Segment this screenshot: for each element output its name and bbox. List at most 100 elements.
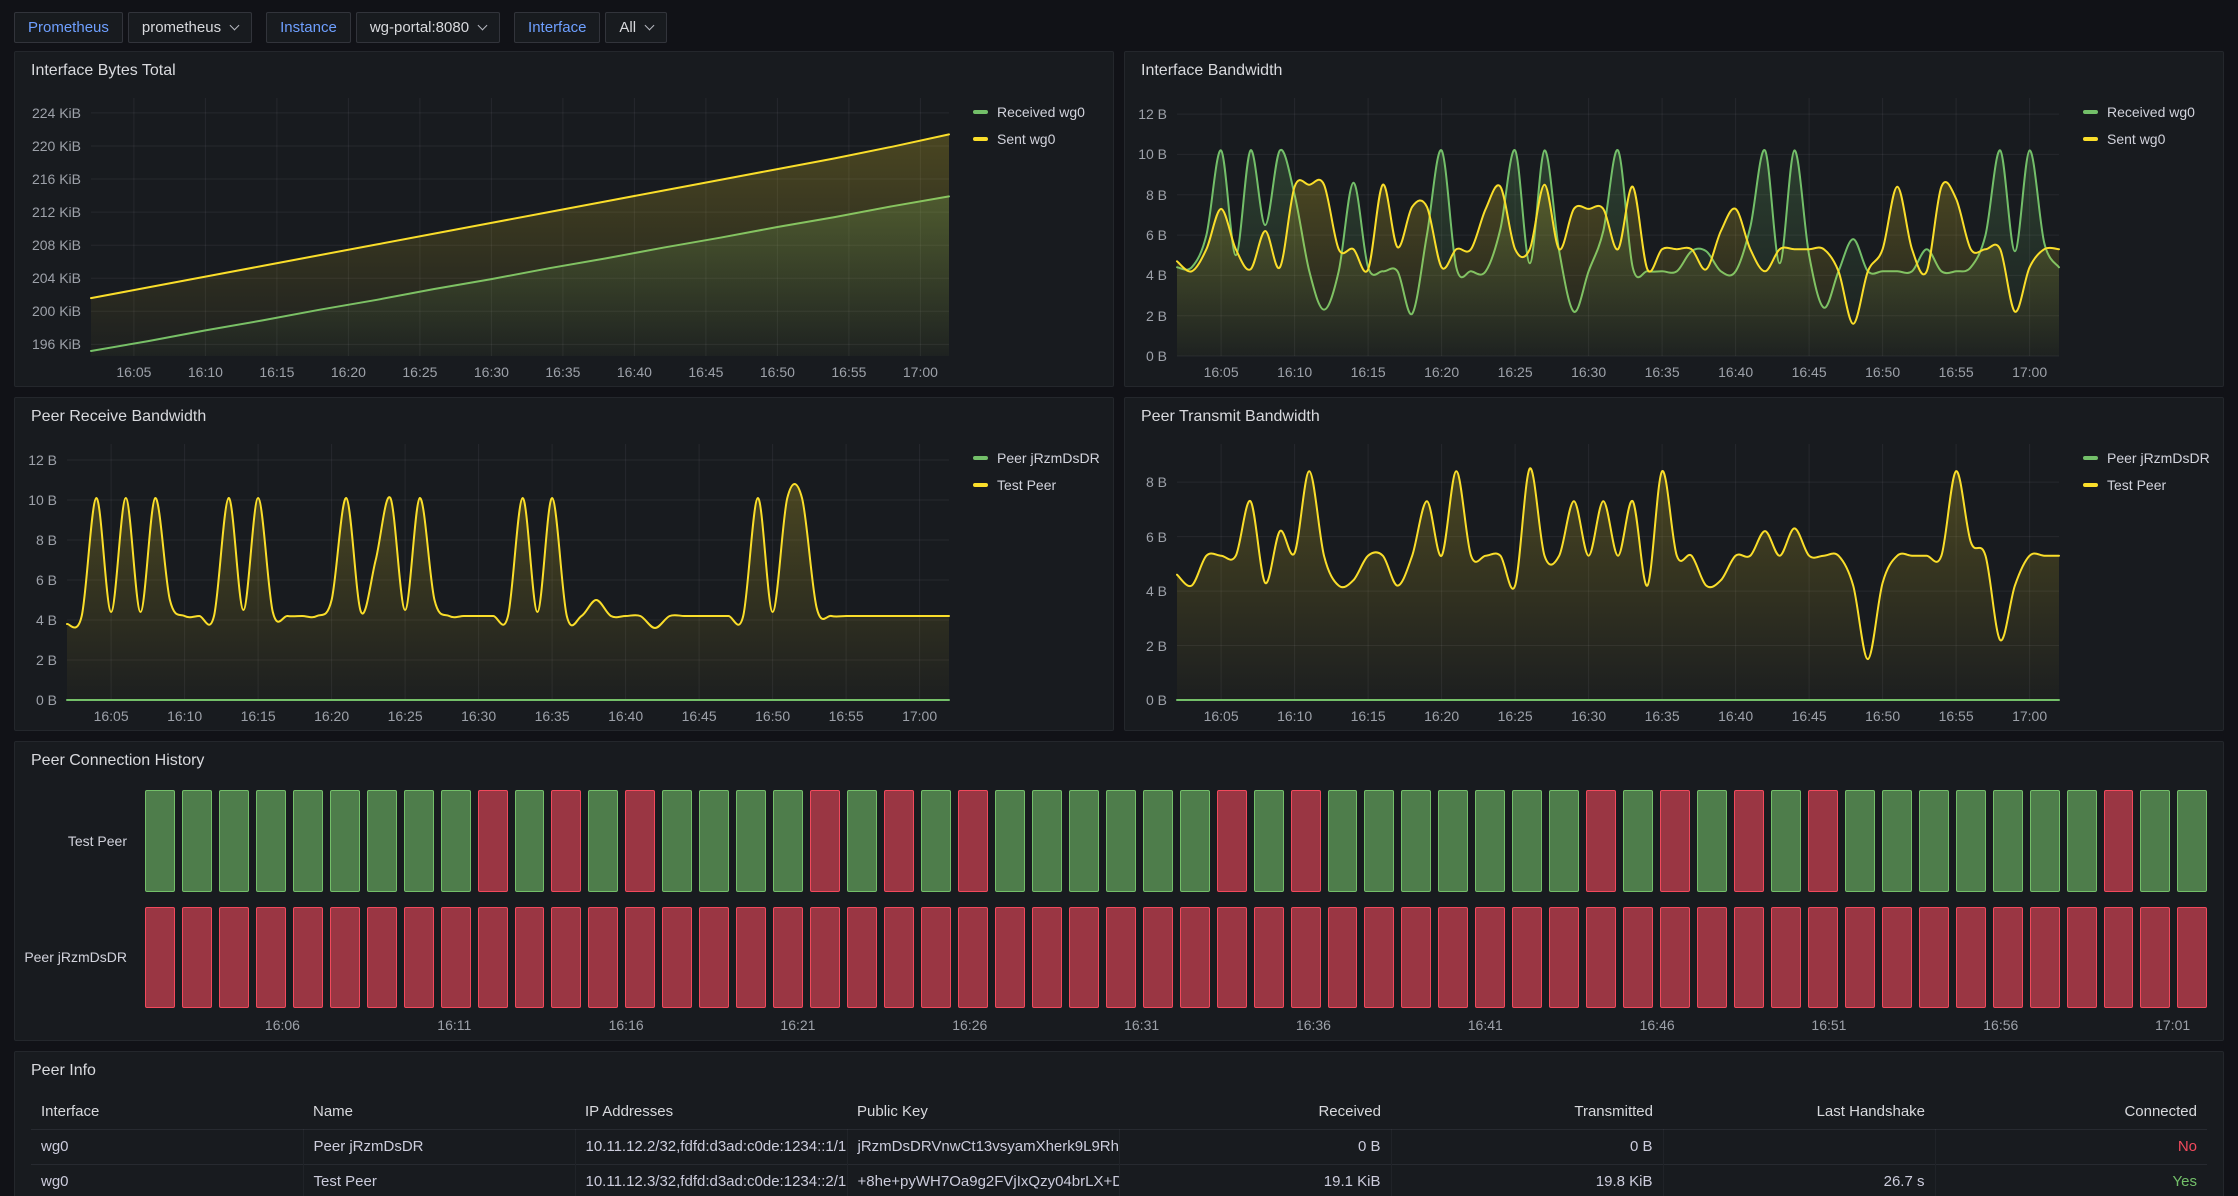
legend-item-peer-jrzmdsdr[interactable]: Peer jRzmDsDR [973, 450, 1099, 466]
legend-label: Peer jRzmDsDR [2107, 450, 2210, 466]
legend-item-received-wg0[interactable]: Received wg0 [2083, 104, 2209, 120]
legend-item-received-wg0[interactable]: Received wg0 [973, 104, 1099, 120]
filter-prometheus: Prometheusprometheus [14, 12, 252, 43]
status-bar-disconnected [1549, 907, 1579, 1009]
panel-interface-bytes-total: Interface Bytes Total 224 KiB220 KiB216 … [14, 51, 1114, 387]
column-header-last-handshake[interactable]: Last Handshake [1663, 1094, 1935, 1129]
plot-area: 16:0516:1016:1516:2016:2516:3016:3516:40… [1177, 98, 2059, 356]
filter-label-interface: Interface [514, 12, 600, 43]
column-header-ip-addresses[interactable]: IP Addresses [575, 1094, 847, 1129]
cell-received: 0 B [1119, 1129, 1391, 1164]
panel-title[interactable]: Peer Info [15, 1052, 2223, 1088]
status-bar-disconnected [1697, 907, 1727, 1009]
legend-label: Sent wg0 [997, 131, 1055, 147]
x-axis-label: 16:15 [1351, 364, 1386, 380]
chevron-down-icon [478, 21, 488, 31]
x-axis-label: 16:35 [545, 364, 580, 380]
column-header-name[interactable]: Name [303, 1094, 575, 1129]
column-header-connected[interactable]: Connected [1935, 1094, 2207, 1129]
status-bar-disconnected [1956, 907, 1986, 1009]
status-bar-disconnected [1475, 907, 1505, 1009]
x-axis-label: 16:50 [755, 708, 790, 724]
status-bar-disconnected [1586, 790, 1616, 892]
status-bar-connected [662, 790, 692, 892]
status-bars [145, 907, 2207, 1009]
x-axis-label: 16:35 [1645, 364, 1680, 380]
y-axis-label: 0 B [1146, 692, 1167, 708]
panel-title[interactable]: Peer Transmit Bandwidth [1125, 398, 2223, 434]
panel-title[interactable]: Interface Bytes Total [15, 52, 1113, 88]
panel-title[interactable]: Peer Connection History [15, 742, 2223, 778]
panel-row-2: Peer Receive Bandwidth 12 B10 B8 B6 B4 B… [14, 397, 2224, 731]
status-bar-connected [1845, 790, 1875, 892]
column-header-interface[interactable]: Interface [31, 1094, 303, 1129]
column-header-transmitted[interactable]: Transmitted [1391, 1094, 1663, 1129]
status-bar-connected [1143, 790, 1173, 892]
status-bar-disconnected [367, 907, 397, 1009]
y-axis-label: 12 B [28, 452, 57, 468]
legend-item-sent-wg0[interactable]: Sent wg0 [973, 131, 1099, 147]
status-bar-connected [995, 790, 1025, 892]
status-bar-disconnected [847, 907, 877, 1009]
status-bar-disconnected [2177, 907, 2207, 1009]
x-axis-label: 16:51 [1811, 1017, 1846, 1033]
timeseries-chart [67, 444, 949, 700]
cell-name: Test Peer [303, 1164, 575, 1196]
chart-body: 12 B10 B8 B6 B4 B2 B0 B 16:0516:1016:151… [15, 434, 1113, 730]
chart-body: 12 B10 B8 B6 B4 B2 B0 B 16:0516:1016:151… [1125, 88, 2223, 386]
x-axis-label: 16:50 [1865, 364, 1900, 380]
cell-name: Peer jRzmDsDR [303, 1129, 575, 1164]
status-bar-disconnected [1919, 907, 1949, 1009]
status-bar-disconnected [1771, 907, 1801, 1009]
status-bar-connected [1475, 790, 1505, 892]
column-header-public-key[interactable]: Public Key [847, 1094, 1119, 1129]
cell-interface: wg0 [31, 1164, 303, 1196]
legend-swatch [973, 456, 988, 460]
y-axis-label: 4 B [36, 612, 57, 628]
filter-value-dropdown-interface[interactable]: All [605, 12, 667, 43]
status-bar-disconnected [958, 907, 988, 1009]
status-bars [145, 790, 2207, 892]
table-header-row: InterfaceNameIP AddressesPublic KeyRecei… [31, 1094, 2207, 1129]
legend-label: Received wg0 [2107, 104, 2195, 120]
legend: Received wg0 Sent wg0 [2059, 98, 2209, 356]
timeseries-chart [1177, 444, 2059, 700]
cell-last-handshake [1663, 1129, 1935, 1164]
column-header-received[interactable]: Received [1119, 1094, 1391, 1129]
status-bar-disconnected [884, 907, 914, 1009]
status-bar-disconnected [551, 790, 581, 892]
status-bar-disconnected [1364, 907, 1394, 1009]
legend-item-test-peer[interactable]: Test Peer [973, 477, 1099, 493]
x-axis-label: 16:30 [1571, 364, 1606, 380]
legend-swatch [2083, 483, 2098, 487]
legend: Peer jRzmDsDR Test Peer [2059, 444, 2209, 700]
status-bar-disconnected [1217, 790, 1247, 892]
x-axis: 16:0616:1116:1616:2116:2616:3116:3616:41… [145, 1010, 2207, 1040]
status-history-rows: Test PeerPeer jRzmDsDR [15, 778, 2223, 1010]
x-axis-label: 16:20 [331, 364, 366, 380]
status-bar-disconnected [810, 790, 840, 892]
status-bar-connected [1328, 790, 1358, 892]
legend-item-sent-wg0[interactable]: Sent wg0 [2083, 131, 2209, 147]
x-axis-label: 16:50 [1865, 708, 1900, 724]
status-bar-connected [1401, 790, 1431, 892]
filter-value-dropdown-prometheus[interactable]: prometheus [128, 12, 252, 43]
cell-interface: wg0 [31, 1129, 303, 1164]
status-bar-connected [367, 790, 397, 892]
legend-item-test-peer[interactable]: Test Peer [2083, 477, 2209, 493]
filter-value: prometheus [142, 19, 221, 36]
x-axis-label: 16:30 [474, 364, 509, 380]
panel-title[interactable]: Interface Bandwidth [1125, 52, 2223, 88]
dashboard-toolbar: PrometheusprometheusInstancewg-portal:80… [0, 0, 2238, 51]
x-axis-label: 16:15 [1351, 708, 1386, 724]
table-body: wg0Peer jRzmDsDR10.11.12.2/32,fdfd:d3ad:… [31, 1129, 2207, 1196]
status-bar-connected [1623, 790, 1653, 892]
y-axis-label: 2 B [1146, 638, 1167, 654]
y-axis-label: 8 B [1146, 187, 1167, 203]
x-axis-label: 16:10 [188, 364, 223, 380]
filter-value-dropdown-instance[interactable]: wg-portal:8080 [356, 12, 500, 43]
y-axis: 8 B6 B4 B2 B0 B [1131, 444, 1177, 700]
panel-title[interactable]: Peer Receive Bandwidth [15, 398, 1113, 434]
legend-swatch [2083, 137, 2098, 141]
legend-item-peer-jrzmdsdr[interactable]: Peer jRzmDsDR [2083, 450, 2209, 466]
